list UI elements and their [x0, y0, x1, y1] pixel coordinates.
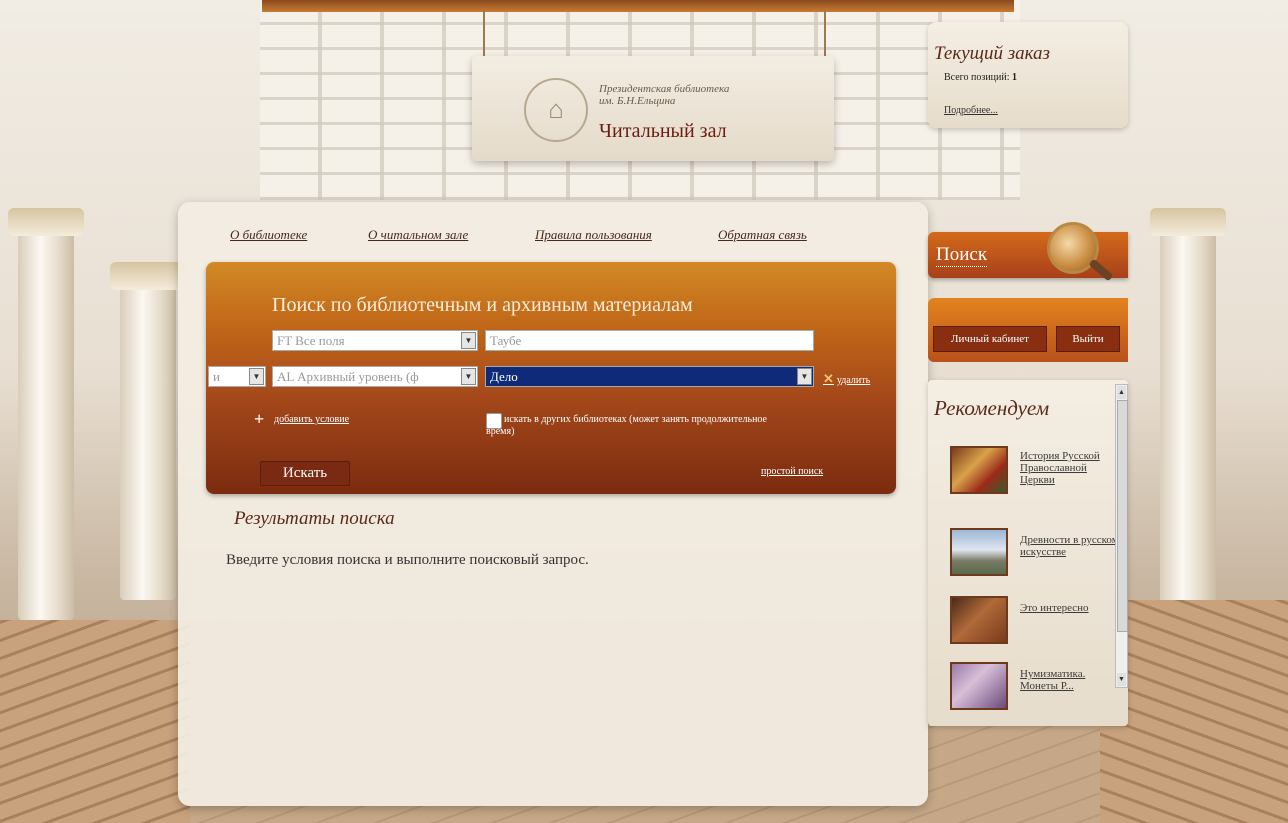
personal-account-button[interactable]: Личный кабинет — [933, 326, 1047, 352]
sign-chain — [483, 10, 485, 58]
add-condition-link[interactable]: добавить условие — [274, 414, 349, 425]
search-tab-label: Поиск — [936, 244, 988, 267]
other-libraries-label: искать в других библиотеках (может занят… — [486, 414, 767, 437]
recommend-link[interactable]: История Русской Православной Церкви — [1020, 450, 1120, 486]
current-order-title: Текущий заказ — [934, 43, 1050, 64]
recommend-thumbnail — [950, 596, 1008, 644]
plus-icon: + — [254, 409, 265, 429]
recommend-item[interactable]: Древности в русском искусстве — [950, 528, 1120, 588]
column — [1160, 220, 1216, 620]
recommend-item[interactable]: История Русской Православной Церкви — [950, 446, 1120, 506]
ceiling-beam — [262, 0, 1014, 12]
chevron-down-icon: ▼ — [797, 368, 812, 385]
operator-select-value: и — [213, 369, 220, 384]
reading-room-title: Читальный зал — [599, 120, 727, 142]
simple-search-link[interactable]: простой поиск — [761, 466, 823, 477]
recommend-title: Рекомендуем — [934, 396, 1050, 420]
library-name-line1: Президентская библиотека — [599, 83, 730, 95]
column — [120, 270, 176, 600]
sign-chain — [824, 10, 826, 58]
recommend-box: Рекомендуем История Русской Православной… — [928, 380, 1128, 726]
search-form: Поиск по библиотечным и архивным материа… — [206, 262, 896, 494]
nav-about-reading-room[interactable]: О читальном зале — [368, 227, 468, 243]
chevron-down-icon: ▼ — [461, 368, 476, 385]
nav-feedback[interactable]: Обратная связь — [718, 227, 807, 243]
order-count-value: 1 — [1012, 72, 1018, 83]
chevron-down-icon: ▼ — [249, 368, 264, 385]
library-name: Президентская библиотека им. Б.Н.Ельцина — [599, 83, 729, 107]
delete-condition[interactable]: ✕ удалить — [823, 371, 870, 387]
search-term-input-1[interactable]: Таубе — [485, 330, 814, 351]
recommend-item[interactable]: Это интересно — [950, 596, 1120, 646]
nav-about-library[interactable]: О библиотеке — [230, 227, 307, 243]
nav-rules[interactable]: Правила пользования — [535, 227, 652, 243]
recommend-thumbnail — [950, 528, 1008, 576]
close-icon: ✕ — [823, 371, 834, 386]
recommend-link[interactable]: Это интересно — [1020, 602, 1089, 614]
recommend-thumbnail — [950, 662, 1008, 710]
chevron-down-icon: ▼ — [461, 332, 476, 349]
recommend-item[interactable]: Нумизматика. Монеты Р... — [950, 662, 1120, 712]
search-button[interactable]: Искать — [260, 461, 350, 486]
scroll-up-icon[interactable]: ▲ — [1117, 386, 1126, 399]
scroll-down-icon[interactable]: ▼ — [1117, 673, 1126, 686]
search-form-title: Поиск по библиотечным и архивным материа… — [272, 294, 693, 316]
delete-condition-label: удалить — [836, 375, 871, 386]
results-title: Результаты поиска — [234, 508, 395, 529]
recommend-link[interactable]: Нумизматика. Монеты Р... — [1020, 668, 1120, 692]
order-count: Всего позиций: 1 — [944, 72, 1017, 83]
field-select-1-value: FT Все поля — [277, 333, 345, 348]
account-bar: Личный кабинет Выйти — [928, 298, 1128, 362]
reading-room-sign: ⌂ Президентская библиотека им. Б.Н.Ельци… — [472, 56, 834, 161]
library-logo-icon: ⌂ — [524, 78, 588, 142]
column-capital — [8, 208, 84, 236]
column-capital — [110, 262, 186, 290]
floor-right — [1100, 600, 1288, 823]
field-select-2[interactable]: AL Архивный уровень (ф ▼ — [272, 366, 478, 387]
operator-select[interactable]: и ▼ — [208, 366, 266, 387]
field-select-1[interactable]: FT Все поля ▼ — [272, 330, 478, 351]
recommend-link[interactable]: Древности в русском искусстве — [1020, 534, 1120, 558]
column-capital — [1150, 208, 1226, 236]
library-name-line2: им. Б.Н.Ельцина — [599, 95, 676, 107]
value-select-2[interactable]: Дело ▼ — [485, 366, 814, 387]
recommend-scrollbar[interactable]: ▲ ▼ — [1115, 384, 1128, 688]
main-panel: О библиотеке О читальном зале Правила по… — [178, 202, 928, 806]
column — [18, 220, 74, 620]
scroll-thumb[interactable] — [1117, 400, 1128, 632]
order-details-link[interactable]: Подробнее... — [944, 105, 998, 116]
order-count-label: Всего позиций: — [944, 72, 1010, 83]
recommend-thumbnail — [950, 446, 1008, 494]
results-message: Введите условия поиска и выполните поиск… — [226, 552, 589, 568]
current-order-box: Текущий заказ Всего позиций: 1 Подробнее… — [928, 22, 1128, 128]
field-select-2-value: AL Архивный уровень (ф — [277, 369, 419, 384]
value-select-2-value: Дело — [490, 369, 518, 384]
logout-button[interactable]: Выйти — [1056, 326, 1120, 352]
floor-left — [0, 620, 190, 823]
